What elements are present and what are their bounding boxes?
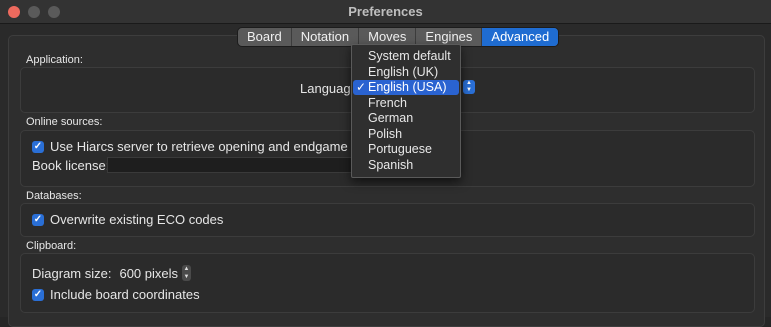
- clipboard-section-label: Clipboard:: [26, 240, 77, 252]
- menu-item-polish[interactable]: Polish: [353, 127, 459, 142]
- include-coords-checkbox[interactable]: ✓: [32, 288, 44, 301]
- window-title: Preferences: [348, 4, 423, 19]
- language-dropdown-menu: System default English (UK) ✓ English (U…: [351, 44, 461, 178]
- overwrite-eco-label: Overwrite existing ECO codes: [50, 212, 224, 227]
- menu-item-english-usa-label: English (USA): [368, 80, 447, 94]
- databases-section-label: Databases:: [26, 190, 82, 202]
- book-license-label: Book license:: [32, 158, 110, 173]
- hiarcs-checkbox[interactable]: ✓: [32, 140, 44, 153]
- menu-item-english-uk[interactable]: English (UK): [353, 65, 459, 80]
- menu-item-spanish[interactable]: Spanish: [353, 158, 459, 173]
- include-coords-row[interactable]: ✓ Include board coordinates: [32, 287, 200, 302]
- language-label: Language: [300, 81, 358, 96]
- title-bar: Preferences: [0, 0, 771, 24]
- language-popup[interactable]: ▲ ▼: [459, 80, 475, 94]
- book-license-row: Book license:: [32, 158, 109, 173]
- checkmark-icon: ✓: [356, 80, 367, 94]
- overwrite-eco-row[interactable]: ✓ Overwrite existing ECO codes: [32, 212, 223, 227]
- clipboard-group: [20, 253, 755, 313]
- overwrite-eco-checkbox[interactable]: ✓: [32, 213, 44, 226]
- preferences-window: Preferences Board Notation Moves Engines…: [0, 0, 771, 327]
- tab-board[interactable]: Board: [238, 28, 292, 46]
- menu-item-english-usa[interactable]: ✓ English (USA): [353, 80, 459, 95]
- tab-notation[interactable]: Notation: [292, 28, 360, 46]
- include-coords-label: Include board coordinates: [50, 287, 200, 302]
- diagram-size-row: Diagram size: 600 pixels ▲ ▼: [32, 265, 192, 281]
- popup-arrows-icon[interactable]: ▲ ▼: [463, 80, 475, 94]
- tab-advanced[interactable]: Advanced: [482, 28, 559, 46]
- application-section-label: Application:: [26, 54, 83, 66]
- menu-item-system-default[interactable]: System default: [353, 49, 459, 64]
- online-sources-section-label: Online sources:: [26, 116, 103, 128]
- menu-item-portuguese[interactable]: Portuguese: [353, 142, 459, 157]
- menu-item-german[interactable]: German: [353, 111, 459, 126]
- language-row: Language: [300, 81, 358, 96]
- hiarcs-checkbox-row[interactable]: ✓ Use Hiarcs server to retrieve opening …: [32, 139, 395, 154]
- hiarcs-checkbox-label: Use Hiarcs server to retrieve opening an…: [50, 139, 395, 154]
- menu-item-french[interactable]: French: [353, 96, 459, 111]
- diagram-size-stepper[interactable]: ▲ ▼: [182, 265, 192, 281]
- diagram-size-value[interactable]: 600 pixels: [119, 266, 178, 281]
- diagram-size-label: Diagram size:: [32, 265, 112, 281]
- book-license-field[interactable]: [107, 157, 353, 173]
